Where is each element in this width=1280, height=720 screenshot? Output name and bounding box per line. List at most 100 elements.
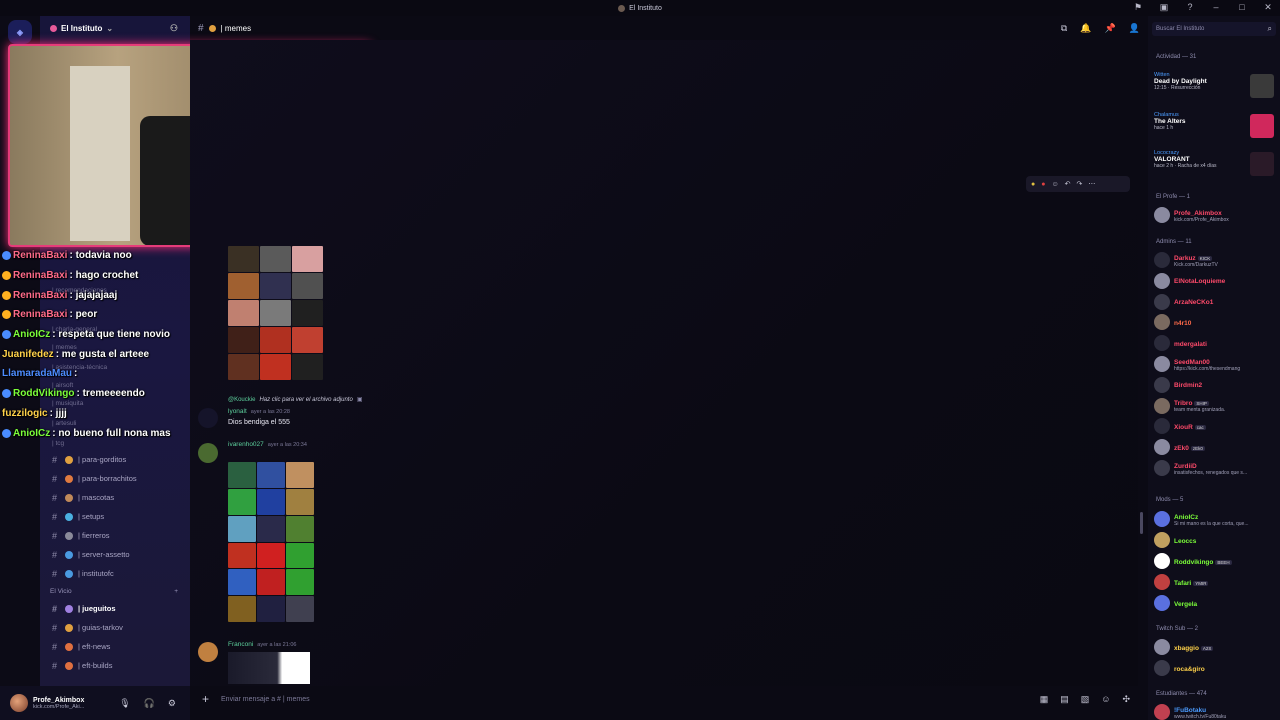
- member-item[interactable]: XiouR cac: [1154, 416, 1276, 436]
- message-image[interactable]: [228, 246, 323, 380]
- help-icon[interactable]: ?: [1184, 2, 1196, 13]
- game-thumbnail: [1250, 152, 1274, 176]
- message-input[interactable]: Enviar mensaje a # | memes: [221, 696, 310, 703]
- member-item[interactable]: n4r10: [1154, 312, 1276, 332]
- more-icon[interactable]: ⋯: [1088, 180, 1095, 188]
- search-input[interactable]: Buscar El Instituto ⌕: [1152, 22, 1276, 36]
- settings-gear-icon[interactable]: ⚙: [168, 698, 176, 709]
- avatar[interactable]: [198, 642, 218, 662]
- channel-item[interactable]: # | guias-tarkov: [40, 618, 190, 637]
- close-icon[interactable]: ✕: [1262, 2, 1274, 13]
- game-thumbnail: [1250, 114, 1274, 138]
- avatar[interactable]: [198, 443, 218, 463]
- channel-emoji-icon: [65, 550, 73, 559]
- bell-icon[interactable]: 🔔: [1080, 23, 1091, 34]
- message-image[interactable]: [228, 462, 314, 622]
- members-icon[interactable]: 👤: [1129, 23, 1140, 34]
- home-server-icon[interactable]: ◈: [8, 20, 32, 44]
- member-item[interactable]: Tafari YMIR: [1154, 572, 1276, 592]
- member-item[interactable]: ZurdiiD insatisfechos, renegados que s...: [1154, 458, 1276, 478]
- add-member-icon[interactable]: ⚇: [170, 23, 178, 34]
- headphones-icon[interactable]: 🎧: [144, 698, 155, 709]
- member-item[interactable]: ElNotaLoquieme: [1154, 271, 1276, 291]
- inbox-icon[interactable]: ⚑: [1132, 2, 1144, 13]
- pin-icon[interactable]: 📌: [1105, 23, 1116, 34]
- channel-item[interactable]: # | setups: [40, 507, 190, 526]
- activity-card[interactable]: Lococrazy VALORANT hace 2 h · Racha de x4 …: [1154, 150, 1274, 178]
- channel-item[interactable]: # | mascotas: [40, 488, 190, 507]
- screen-icon[interactable]: ▣: [1158, 2, 1170, 13]
- sticker-icon[interactable]: ▧: [1081, 694, 1090, 705]
- reply-icon[interactable]: ↶: [1065, 180, 1071, 188]
- member-item[interactable]: AnioICz Si mi mano es la que corta, que..…: [1154, 509, 1276, 529]
- member-item[interactable]: SeedMan00 https://kick.com/thesendmang: [1154, 354, 1276, 374]
- scrollbar[interactable]: [1140, 512, 1143, 534]
- add-channel-icon[interactable]: +: [174, 588, 178, 595]
- member-item[interactable]: mdergalati: [1154, 333, 1276, 353]
- member-name: ArzaNeCKo1: [1174, 299, 1214, 307]
- channel-emoji-icon: [65, 661, 73, 670]
- microphone-icon[interactable]: 🎙: [119, 698, 130, 709]
- avatar: [1154, 314, 1170, 331]
- member-item[interactable]: Vergela: [1154, 593, 1276, 613]
- member-item[interactable]: !FuBotaku www.twitch.tv/Fu80taku: [1154, 702, 1276, 720]
- search-icon: ⌕: [1267, 24, 1272, 33]
- avatar[interactable]: [10, 694, 28, 712]
- threads-icon[interactable]: ⧉: [1061, 23, 1067, 34]
- member-name: n4r10: [1174, 319, 1192, 327]
- channel-name: | memes: [220, 23, 252, 33]
- reaction-icon[interactable]: ●: [1041, 181, 1045, 188]
- reaction-icon[interactable]: ●: [1031, 181, 1035, 188]
- channel-item[interactable]: # | jueguitos: [40, 599, 190, 618]
- channel-item[interactable]: # | eft-builds: [40, 656, 190, 675]
- add-attachment-icon[interactable]: +: [202, 692, 209, 706]
- emoji-icon[interactable]: ☺: [1101, 694, 1110, 705]
- member-item[interactable]: Profe_Akimbox kick.com/Profe_Akimbox: [1154, 205, 1276, 225]
- channel-label: | jueguitos: [78, 604, 116, 613]
- channel-item[interactable]: # | fierreros: [40, 526, 190, 545]
- member-name: AnioICz: [1174, 513, 1199, 521]
- chat-message: RoddVikingo: tremeeeendo: [2, 384, 202, 404]
- member-item[interactable]: ArzaNeCKo1: [1154, 292, 1276, 312]
- user-status: kick.com/Profe_Aki...: [33, 703, 85, 710]
- emoji-icon[interactable]: ☺: [1051, 181, 1058, 188]
- avatar[interactable]: [198, 408, 218, 428]
- server-header[interactable]: El Instituto ⌄ ⚇: [40, 16, 190, 40]
- member-item[interactable]: Birdmin2: [1154, 375, 1276, 395]
- gift-icon[interactable]: ▦: [1040, 694, 1049, 705]
- chat-username: ReninaBaxi: [13, 289, 68, 301]
- channel-item[interactable]: # | para-gorditos: [40, 450, 190, 469]
- member-item[interactable]: Leoccs: [1154, 530, 1276, 550]
- avatar: [1154, 272, 1170, 289]
- member-status: www.twitch.tv/Fu80taku: [1174, 713, 1227, 720]
- member-name: zEk0: [1174, 444, 1189, 452]
- activity-card[interactable]: Chalamus The Alters hace 1 h: [1154, 112, 1274, 140]
- member-tag: A2S: [1200, 645, 1214, 651]
- reply-reference[interactable]: @Kouckie Haz clic para ver el archivo ad…: [228, 396, 363, 404]
- member-item[interactable]: xbaggio A2S: [1154, 637, 1276, 657]
- apps-icon[interactable]: ✣: [1122, 694, 1130, 705]
- message-image[interactable]: [228, 652, 310, 684]
- channel-item[interactable]: # | para-borrachitos: [40, 469, 190, 488]
- forward-icon[interactable]: ↷: [1077, 180, 1083, 188]
- maximize-icon[interactable]: □: [1236, 2, 1248, 13]
- category-header[interactable]: El Vicio +: [40, 583, 190, 599]
- activity-card[interactable]: Witten Dead by Daylight 12:15 · Resurrecci…: [1154, 72, 1274, 100]
- member-item[interactable]: Darkuz KICK Kick.com/DarkuzTV: [1154, 250, 1276, 270]
- chat-username: ReninaBaxi: [13, 270, 68, 282]
- gif-icon[interactable]: ▤: [1060, 694, 1069, 705]
- channel-item[interactable]: # | eft-news: [40, 637, 190, 656]
- minimize-icon[interactable]: –: [1210, 2, 1222, 13]
- member-item[interactable]: roca&giro: [1154, 658, 1276, 678]
- server-badge-icon: [50, 24, 57, 32]
- member-item[interactable]: Roddvikingo BEEH: [1154, 551, 1276, 571]
- member-item[interactable]: zEk0 zEk0: [1154, 437, 1276, 457]
- member-status: Si mi mano es la que corta, que...: [1174, 520, 1249, 527]
- chat-message: ReninaBaxi: jajajajaaj: [2, 285, 202, 305]
- channel-item[interactable]: # | server-assetto: [40, 545, 190, 564]
- member-tag: BEEH: [1215, 559, 1232, 565]
- channel-item[interactable]: # | institutofc: [40, 564, 190, 583]
- hash-icon: #: [52, 660, 58, 671]
- member-item[interactable]: Tribro SHIP team menta granizada.: [1154, 396, 1276, 416]
- channel-emoji-icon: [208, 24, 216, 32]
